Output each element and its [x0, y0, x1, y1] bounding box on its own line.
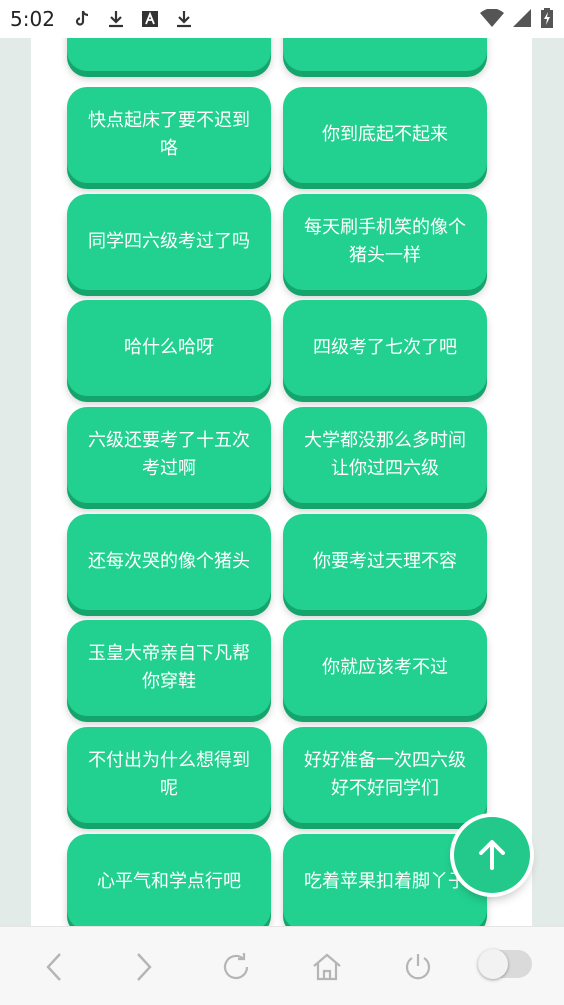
- card-item[interactable]: 心平气和学点行吧: [67, 834, 271, 926]
- a-icon: [140, 9, 160, 29]
- card-item[interactable]: 你就应该考不过: [283, 620, 487, 716]
- power-button[interactable]: [400, 949, 436, 985]
- card-item[interactable]: 你要考过天理不容: [283, 514, 487, 610]
- back-button[interactable]: [36, 949, 72, 985]
- card-item[interactable]: 四级考了七次了吧: [283, 300, 487, 396]
- status-bar: 5:02: [0, 0, 564, 38]
- status-time: 5:02: [10, 7, 55, 31]
- scroll-top-button[interactable]: [454, 817, 530, 893]
- card-item[interactable]: 哈什么哈呀: [67, 300, 271, 396]
- download-icon: [174, 9, 194, 29]
- home-icon: [313, 953, 341, 981]
- card-item[interactable]: 还每次哭的像个猪头: [67, 514, 271, 610]
- notification-icons: [72, 9, 194, 29]
- power-icon: [405, 954, 431, 980]
- card-item[interactable]: 玉皇大帝亲自下凡帮你穿鞋: [67, 620, 271, 716]
- download-icon: [106, 9, 126, 29]
- signal-icon: [512, 8, 532, 28]
- forward-button[interactable]: [126, 949, 162, 985]
- card-item[interactable]: 你到底起不起来: [283, 87, 487, 183]
- card-item[interactable]: [283, 38, 487, 71]
- card-item[interactable]: 每天刷手机笑的像个猪头一样: [283, 194, 487, 290]
- tiktok-icon: [72, 9, 92, 29]
- card-item[interactable]: 快点起床了要不迟到咯: [67, 87, 271, 183]
- forward-icon: [137, 953, 152, 981]
- card-item[interactable]: 不付出为什么想得到呢: [67, 727, 271, 823]
- card-item[interactable]: [67, 38, 271, 71]
- home-button[interactable]: [309, 949, 345, 985]
- mode-toggle[interactable]: [478, 949, 532, 979]
- arrow-up-icon: [479, 840, 505, 870]
- refresh-icon: [223, 953, 249, 980]
- card-item[interactable]: 好好准备一次四六级好不好同学们: [283, 727, 487, 823]
- card-item[interactable]: 同学四六级考过了吗: [67, 194, 271, 290]
- back-icon: [46, 953, 61, 981]
- wifi-icon: [480, 8, 504, 28]
- refresh-button[interactable]: [218, 949, 254, 985]
- card-item[interactable]: 大学都没那么多时间让你过四六级: [283, 407, 487, 503]
- toggle-knob: [478, 949, 508, 979]
- battery-charging-icon: [540, 8, 554, 28]
- content-area[interactable]: 快点起床了要不迟到咯 你到底起不起来 同学四六级考过了吗 每天刷手机笑的像个猪头…: [0, 38, 564, 926]
- card-item[interactable]: 六级还要考了十五次考过啊: [67, 407, 271, 503]
- system-icons: [480, 8, 554, 28]
